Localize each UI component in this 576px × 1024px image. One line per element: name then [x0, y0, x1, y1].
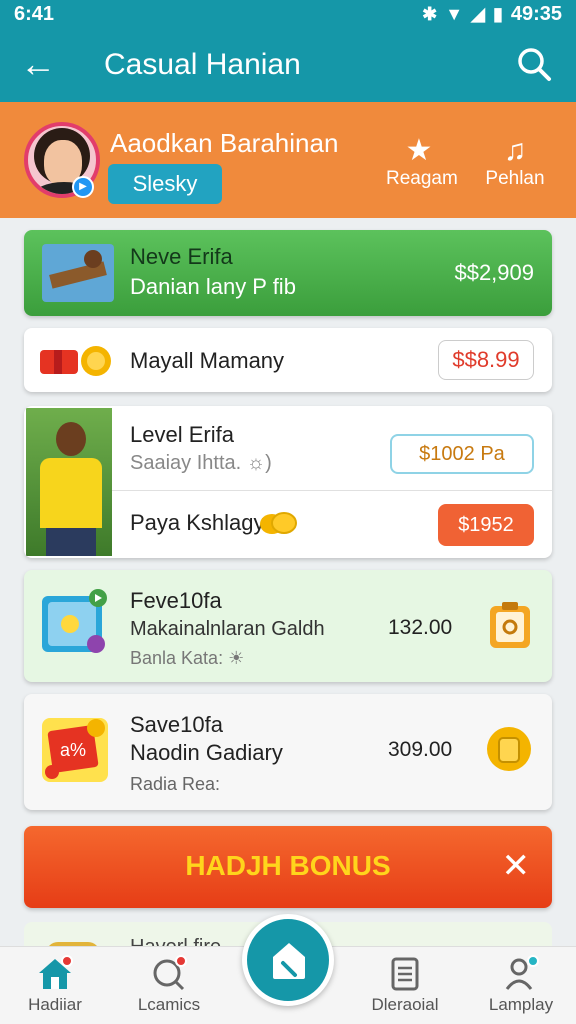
item-card-save[interactable]: a% Save10fa Naodin Gadiary Radia Rea: 30… [24, 694, 552, 810]
coins-icon [260, 512, 297, 534]
nav-item-lessons[interactable]: Lcamics [114, 955, 224, 1015]
profile-status-button[interactable]: Slesky [108, 164, 222, 204]
status-time-left: 6:41 [14, 3, 55, 25]
discount-tag-icon: a% [42, 718, 108, 782]
nav-label-general: Dleraoial [371, 995, 439, 1014]
profile-name: Aaodkan Barahinan [110, 128, 339, 158]
player-photo [26, 408, 112, 556]
wifi-icon: ▼ [445, 4, 464, 24]
bonus-banner[interactable]: HADJH BONUS ✕ [24, 826, 552, 908]
profile-header: ▶ Aaodkan Barahinan Slesky ★ Reagam ♫ Pe… [0, 102, 576, 218]
level-subtitle: Saaiay Ihtta. ☼) [130, 452, 272, 474]
gift-coin-icon [40, 346, 111, 376]
back-arrow-icon[interactable]: ← [20, 42, 56, 86]
item-card-mayall[interactable]: Mayall Mamany $$8.99 [24, 328, 552, 392]
nav-item-leaderboard[interactable]: Lamplay [466, 955, 576, 1015]
list-icon [391, 957, 419, 991]
gold-cup-icon[interactable] [486, 726, 532, 772]
music-note-icon: ♫ [503, 134, 527, 167]
featured-item-card[interactable]: Neve Erifa Danian lany P fib $$2,909 [24, 230, 552, 316]
level-title: Level Erifa [130, 422, 234, 447]
item-label: Mayall Mamany [130, 348, 285, 373]
pay-button[interactable]: $1952 [438, 504, 534, 546]
status-time-right: 49:35 [510, 3, 562, 25]
center-action-button[interactable] [242, 914, 334, 1006]
notification-dot [527, 955, 539, 967]
status-icons: ✱ ▼ ◢ ▮ 49:35 [422, 3, 562, 26]
signal-icon: ◢ [471, 4, 485, 24]
star-icon: ★ [405, 134, 433, 167]
item-card-feve[interactable]: Feve10fa Makainalnlaran Galdh Banla Kata… [24, 570, 552, 682]
featured-subtitle: Danian lany P fib [130, 274, 296, 299]
save-value: 309.00 [388, 738, 453, 761]
featured-title: Neve Erifa [130, 244, 233, 269]
play-badge-icon: ▶ [72, 176, 94, 198]
nav-label-lessons: Lcamics [137, 995, 201, 1014]
ringtone-action[interactable]: ★ Reagam [386, 134, 458, 190]
bonus-label: HADJH BONUS [185, 850, 391, 881]
feve-value: 132.00 [388, 616, 453, 639]
page-title: Casual Hanian [104, 48, 301, 81]
svg-text:a%: a% [60, 740, 86, 760]
feve-note: Banla Kata: ☀ [130, 648, 245, 668]
feve-subtitle: Makainalnlaran Galdh [130, 618, 325, 640]
feve-title: Feve10fa [130, 588, 222, 613]
price-button[interactable]: $$8.99 [438, 340, 534, 380]
save-subtitle: Naodin Gadiary [130, 740, 283, 765]
item-card-level[interactable]: Level Erifa Saaiay Ihtta. ☼) $1002 Pa Pa… [24, 406, 552, 558]
status-bar: 6:41 ✱ ▼ ◢ ▮ 49:35 [0, 0, 576, 30]
notification-dot [61, 955, 73, 967]
nav-item-general[interactable]: Dleraoial [350, 955, 460, 1015]
app-bar: ← Casual Hanian [0, 30, 576, 102]
save-note: Radia Rea: [130, 774, 221, 794]
close-icon[interactable]: ✕ [502, 846, 531, 886]
featured-price: $$2,909 [454, 260, 534, 285]
nav-label-leaderboard: Lamplay [488, 995, 554, 1014]
clipboard-icon[interactable] [486, 600, 534, 650]
bluetooth-icon: ✱ [422, 4, 438, 24]
featured-thumbnail [42, 244, 114, 302]
battery-icon: ▮ [492, 4, 503, 24]
home-edit-icon [273, 943, 305, 979]
pay-label: Paya Kshlagy [130, 510, 265, 535]
divider [112, 490, 552, 491]
ringtone-label: Reagam [386, 168, 458, 189]
search-icon[interactable] [514, 44, 554, 84]
save-title: Save10fa [130, 712, 223, 737]
level-price-button[interactable]: $1002 Pa [390, 434, 534, 474]
nav-item-home[interactable]: Hadiiar [0, 955, 110, 1015]
notification-dot [175, 955, 187, 967]
phone-label: Pehlan [485, 168, 545, 189]
photo-tile-icon [42, 589, 107, 653]
nav-label-home: Hadiiar [28, 995, 82, 1014]
phone-action[interactable]: ♫ Pehlan [480, 134, 550, 190]
